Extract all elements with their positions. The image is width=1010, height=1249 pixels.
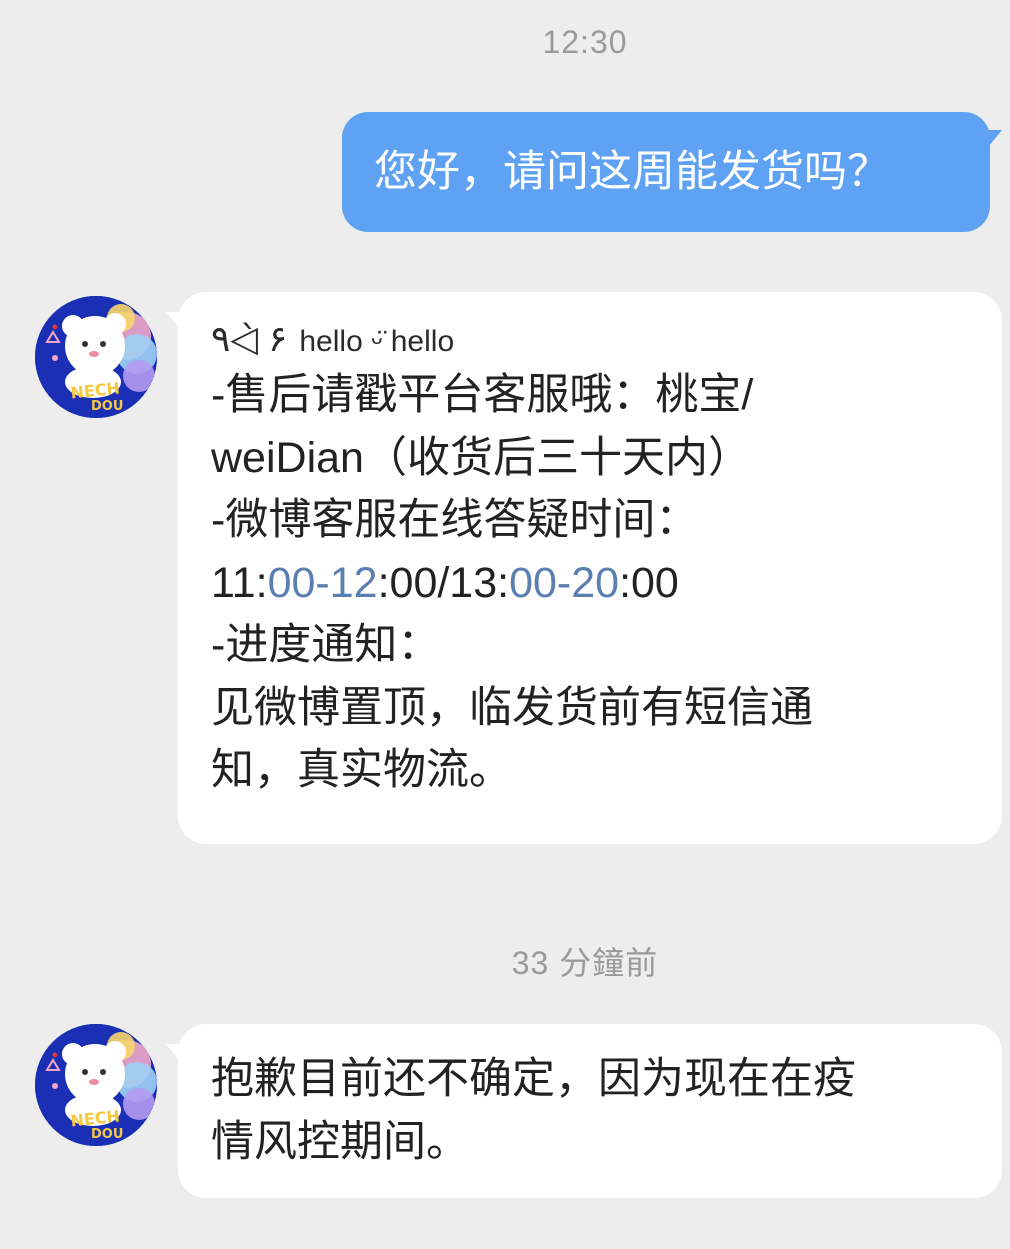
avatar-bear-icon: NECH DOU: [35, 1024, 157, 1146]
message-line: -微博客服在线答疑时间：: [211, 496, 699, 544]
incoming-message-bubble-1[interactable]: ٩◁̀ ۶ hello ᵕ̈ hello -售后请戳平台客服哦：桃宝/ weiDi…: [166, 292, 1002, 844]
timestamp-1230: 12:30: [542, 24, 628, 60]
kaomoji-icon: ٩◁̀ ۶: [211, 318, 288, 359]
avatar-bear-icon: NECH DOU: [35, 296, 157, 418]
hours-link[interactable]: 00-12: [268, 559, 378, 607]
message-line: -售后请戳平台客服哦：桃宝/: [211, 371, 754, 419]
hours-text: 11:: [211, 558, 268, 607]
hours-link[interactable]: 00-20: [509, 559, 619, 607]
hours-text: :00: [619, 558, 679, 607]
message-line: weiDian（收货后三十天内）: [211, 433, 751, 482]
message-line: -进度通知：: [211, 621, 441, 669]
message-line: 知，真实物流。: [211, 746, 512, 794]
message-header: ٩◁̀ ۶ hello ᵕ̈ hello: [211, 314, 972, 364]
bubble-tail: [984, 130, 1002, 152]
avatar-label-2: DOU: [91, 399, 123, 414]
avatar[interactable]: NECH DOU: [35, 296, 157, 418]
message-line-hours: 11:00-12:00/13:00-20:00: [211, 552, 972, 615]
avatar[interactable]: NECH DOU: [35, 1024, 157, 1146]
message-line: 见微博置顶，临发货前有短信通: [211, 683, 813, 732]
outgoing-message-bubble[interactable]: 您好，请问这周能发货吗？: [342, 112, 1002, 232]
bubble-tail: [166, 1044, 184, 1066]
message-line: 情风控期间。: [211, 1117, 469, 1166]
avatar-label-2: DOU: [91, 1127, 123, 1142]
timestamp-33-min-ago: 33 分鐘前: [511, 945, 659, 981]
outgoing-message-text: 您好，请问这周能发货吗？: [374, 148, 890, 196]
message-header-text: hello ᵕ̈ hello: [299, 325, 455, 358]
bubble-tail: [166, 312, 184, 334]
hours-text: :00/13:: [377, 558, 510, 607]
incoming-message-bubble-2[interactable]: 抱歉目前还不确定，因为现在在疫 情风控期间。: [166, 1024, 1002, 1198]
message-line: 抱歉目前还不确定，因为现在在疫: [211, 1055, 856, 1103]
